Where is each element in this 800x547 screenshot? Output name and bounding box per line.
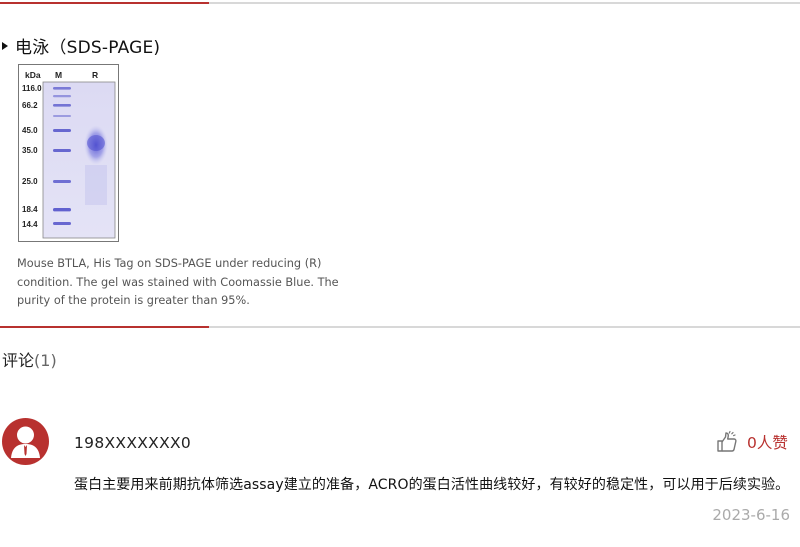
comment-date: 2023-6-16: [712, 506, 790, 524]
comment-text: 蛋白主要用来前期抗体筛选assay建立的准备，ACRO的蛋白活性曲线较好，有较好…: [74, 477, 790, 493]
marker-label: 45.0: [22, 126, 38, 135]
comments-count: (1): [34, 351, 57, 370]
gel-svg: kDa M R 116.0 66.2 45.0 35.0 25.0 18.4 1…: [22, 70, 116, 239]
like-count: 0人赞: [747, 434, 788, 452]
marker-label: 66.2: [22, 101, 38, 110]
section-title: 电泳（SDS-PAGE): [15, 38, 161, 58]
marker-label: 35.0: [22, 146, 38, 155]
user-avatar-icon[interactable]: [2, 418, 49, 465]
sds-page-gel-image: kDa M R 116.0 66.2 45.0 35.0 25.0 18.4 1…: [18, 64, 119, 242]
sample-band-r: [84, 125, 108, 205]
marker-label: 18.4: [22, 205, 38, 214]
divider-accent: [0, 326, 209, 328]
gel-lane-label-m: M: [55, 70, 62, 80]
comments-label: 评论: [2, 351, 35, 370]
gel-unit-label: kDa: [25, 70, 41, 80]
marker-label: 116.0: [22, 84, 42, 93]
comment-username: 198XXXXXXX0: [74, 434, 192, 452]
marker-label: 14.4: [22, 220, 38, 229]
bullet-icon: [2, 41, 8, 50]
thumbs-up-icon: [717, 430, 737, 452]
comments-heading: 评论(1): [2, 347, 57, 371]
section-heading: 电泳（SDS-PAGE): [2, 33, 160, 58]
figure-caption: Mouse BTLA, His Tag on SDS-PAGE under re…: [17, 257, 339, 308]
divider-accent: [0, 2, 209, 4]
comments-divider: [0, 326, 800, 328]
top-divider: [0, 2, 800, 4]
gel-lane-label-r: R: [92, 70, 98, 80]
marker-label: 25.0: [22, 177, 38, 186]
avatar-svg: [11, 426, 40, 458]
like-button[interactable]: 0人赞: [715, 430, 788, 454]
